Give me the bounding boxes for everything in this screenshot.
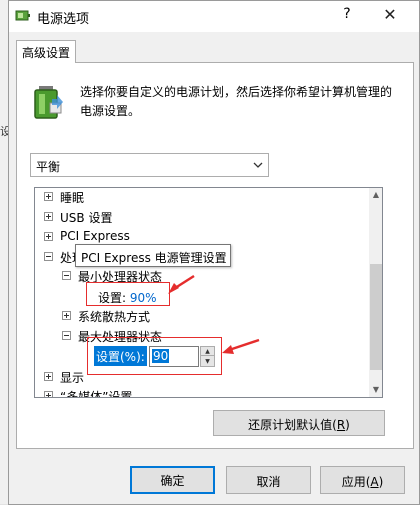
chevron-down-icon (253, 162, 263, 168)
expand-plus-icon[interactable] (44, 212, 53, 221)
max-processor-value: 90 (152, 349, 170, 363)
expand-plus-icon[interactable] (44, 372, 53, 381)
max-processor-stepper[interactable]: ▲ ▼ (200, 346, 215, 367)
power-plan-selected: 平衡 (36, 160, 61, 174)
min-processor-setting[interactable]: 设置: 90% (98, 289, 157, 306)
tree-scrollbar[interactable]: ▲ ▼ (369, 188, 382, 397)
restore-defaults-button[interactable]: 还原计划默认值(R) (213, 410, 385, 436)
cancel-button[interactable]: 取消 (226, 466, 311, 494)
min-setting-value[interactable]: 90% (130, 291, 157, 305)
background-window-bottom (0, 504, 420, 512)
power-plan-icon (15, 10, 30, 21)
min-setting-label: 设置: (98, 291, 127, 305)
apply-button[interactable]: 应用(A) (320, 466, 405, 494)
scroll-down-icon[interactable]: ▼ (369, 383, 382, 397)
expand-plus-icon[interactable] (44, 232, 53, 241)
collapse-minus-icon[interactable] (62, 271, 71, 280)
expand-plus-icon[interactable] (44, 192, 53, 201)
scroll-up-icon[interactable]: ▲ (369, 188, 382, 202)
expand-plus-icon[interactable] (62, 311, 71, 320)
expand-plus-icon[interactable] (44, 391, 53, 397)
close-button[interactable]: ✕ (375, 5, 405, 27)
collapse-minus-icon[interactable] (62, 331, 71, 340)
ok-button[interactable]: 确定 (130, 466, 215, 494)
battery-icon (34, 86, 63, 119)
scroll-thumb[interactable] (370, 264, 382, 370)
window-title: 电源选项 (37, 12, 90, 27)
max-processor-input[interactable]: 90 (149, 346, 199, 367)
spin-down-icon[interactable]: ▼ (201, 357, 214, 366)
max-setting-label: 设置(%): (94, 346, 147, 366)
power-plan-select[interactable]: 平衡 (30, 153, 269, 177)
collapse-minus-icon[interactable] (44, 252, 53, 261)
title-bar[interactable]: 电源选项 ? ✕ (9, 1, 419, 32)
intro-description: 选择你要自定义的电源计划，然后选择你希望计算机管理的电源设置。 (80, 85, 393, 118)
help-button[interactable]: ? (335, 6, 359, 26)
spin-up-icon[interactable]: ▲ (201, 347, 214, 356)
tooltip: PCI Express 电源管理设置 (75, 244, 231, 267)
tab-advanced-settings[interactable]: 高级设置 (16, 40, 76, 63)
